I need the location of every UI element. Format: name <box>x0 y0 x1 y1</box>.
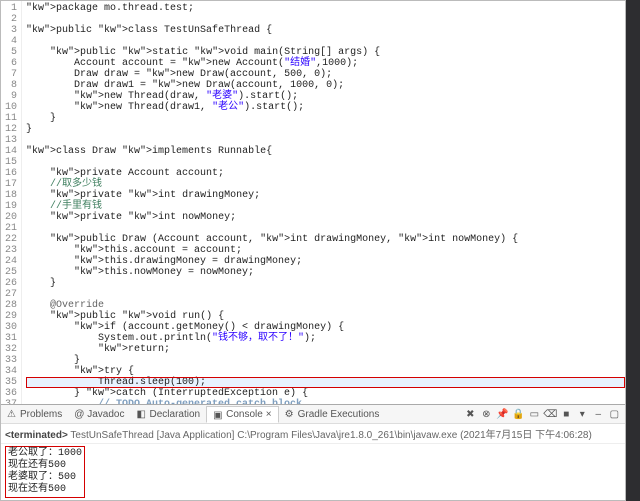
code-area[interactable]: "kw">package mo.thread.test; "kw">public… <box>22 1 625 404</box>
console-line: 老婆取了：500 <box>8 472 82 484</box>
close-icon[interactable]: × <box>266 409 272 420</box>
console-icon: ▣ <box>213 410 223 420</box>
javadoc-icon: @ <box>74 409 84 419</box>
ide-frame: 1234567891011121314151617181920212223242… <box>0 0 626 501</box>
tab-javadoc[interactable]: @Javadoc <box>68 407 130 422</box>
tab-label: Gradle Executions <box>298 409 380 420</box>
code-line[interactable]: } <box>26 355 625 366</box>
x-remove-all-icon[interactable]: ⊗ <box>479 407 493 421</box>
tab-label: Javadoc <box>87 409 124 420</box>
code-line[interactable]: Account account = "kw">new Account("结婚",… <box>26 58 625 69</box>
run-time: (2021年7月15日 下午4:06:28) <box>460 430 592 441</box>
console-output[interactable]: 老公取了：1000现在还有500老婆取了：500现在还有500 <box>1 444 625 500</box>
x-remove-icon[interactable]: ✖ <box>463 407 477 421</box>
tab-problems[interactable]: ⚠Problems <box>1 407 68 422</box>
tab-declaration[interactable]: ◧Declaration <box>131 407 207 422</box>
code-editor[interactable]: 1234567891011121314151617181920212223242… <box>1 1 625 404</box>
code-line[interactable]: "kw">try { <box>26 366 625 377</box>
code-line[interactable]: "kw">this.drawingMoney = drawingMoney; <box>26 256 625 267</box>
show-console-icon[interactable]: ▭ <box>527 407 541 421</box>
code-line[interactable]: System.out.println("钱不够，取不了！"); <box>26 333 625 344</box>
tab-label: Console <box>226 409 263 420</box>
code-line[interactable]: Draw draw1 = "kw">new Draw(account, 1000… <box>26 80 625 91</box>
bottom-panel: ⚠Problems @Javadoc ◧Declaration ▣Console… <box>1 404 625 500</box>
maximize-icon[interactable]: ▢ <box>607 407 621 421</box>
code-line[interactable]: "kw">new Thread(draw1, "老公").start(); <box>26 102 625 113</box>
views-tabbar: ⚠Problems @Javadoc ◧Declaration ▣Console… <box>1 405 625 424</box>
run-info: <terminated> TestUnSafeThread [Java Appl… <box>1 424 625 444</box>
code-line[interactable]: "kw">this.nowMoney = nowMoney; <box>26 267 625 278</box>
tab-console[interactable]: ▣Console × <box>206 406 279 423</box>
console-line: 现在还有500 <box>8 460 82 472</box>
run-config-name: TestUnSafeThread [Java Application] <box>70 430 234 441</box>
line-gutter: 1234567891011121314151617181920212223242… <box>1 1 22 404</box>
tab-label: Problems <box>20 409 62 420</box>
pin-icon[interactable]: 📌 <box>495 407 509 421</box>
declaration-icon: ◧ <box>137 409 147 419</box>
terminate-icon[interactable]: ■ <box>559 407 573 421</box>
gradle-icon: ⚙ <box>285 409 295 419</box>
tab-label: Declaration <box>150 409 201 420</box>
code-line[interactable]: "kw">new Thread(draw, "老婆").start(); <box>26 91 625 102</box>
code-line[interactable]: } "kw">catch (InterruptedException e) { <box>26 388 625 399</box>
code-line[interactable]: "kw">public "kw">static "kw">void main(S… <box>26 47 625 58</box>
run-status: <terminated> <box>5 430 68 441</box>
code-line[interactable] <box>26 36 625 47</box>
code-line[interactable]: "kw">private "kw">int drawingMoney; <box>26 190 625 201</box>
console-line: 现在还有500 <box>8 484 82 496</box>
code-line[interactable]: Draw draw = "kw">new Draw(account, 500, … <box>26 69 625 80</box>
code-line[interactable]: } <box>26 278 625 289</box>
code-line[interactable]: Thread.sleep(100); <box>26 377 625 388</box>
run-path: C:\Program Files\Java\jre1.8.0_261\bin\j… <box>237 430 457 441</box>
code-line[interactable]: "kw">return; <box>26 344 625 355</box>
code-line[interactable]: "kw">package mo.thread.test; <box>26 3 625 14</box>
code-line[interactable]: "kw">public Draw (Account account, "kw">… <box>26 234 625 245</box>
code-line[interactable] <box>26 157 625 168</box>
console-highlight-box: 老公取了：1000现在还有500老婆取了：500现在还有500 <box>5 446 85 498</box>
code-line[interactable]: } <box>26 113 625 124</box>
code-line[interactable]: "kw">public "kw">void run() { <box>26 311 625 322</box>
code-line[interactable]: } <box>26 124 625 135</box>
code-line[interactable] <box>26 289 625 300</box>
code-line[interactable] <box>26 135 625 146</box>
minimize-icon[interactable]: – <box>591 407 605 421</box>
code-line[interactable] <box>26 14 625 25</box>
code-line[interactable]: "kw">private "kw">int nowMoney; <box>26 212 625 223</box>
console-line: 老公取了：1000 <box>8 448 82 460</box>
code-line[interactable]: //手里有钱 <box>26 201 625 212</box>
dropdown-icon[interactable]: ▾ <box>575 407 589 421</box>
tab-gradle[interactable]: ⚙Gradle Executions <box>279 407 386 422</box>
code-line[interactable]: @Override <box>26 300 625 311</box>
console-toolbar: ✖⊗📌🔒▭⌫■▾–▢ <box>459 407 625 421</box>
code-line[interactable]: "kw">class Draw "kw">implements Runnable… <box>26 146 625 157</box>
scroll-lock-icon[interactable]: 🔒 <box>511 407 525 421</box>
code-line[interactable]: "kw">if (account.getMoney() < drawingMon… <box>26 322 625 333</box>
code-line[interactable]: "kw">this.account = account; <box>26 245 625 256</box>
code-line[interactable]: //取多少钱 <box>26 179 625 190</box>
code-line[interactable] <box>26 223 625 234</box>
right-sidebar <box>626 0 640 501</box>
code-line[interactable]: "kw">private Account account; <box>26 168 625 179</box>
clear-icon[interactable]: ⌫ <box>543 407 557 421</box>
code-line[interactable]: "kw">public "kw">class TestUnSafeThread … <box>26 25 625 36</box>
problems-icon: ⚠ <box>7 409 17 419</box>
